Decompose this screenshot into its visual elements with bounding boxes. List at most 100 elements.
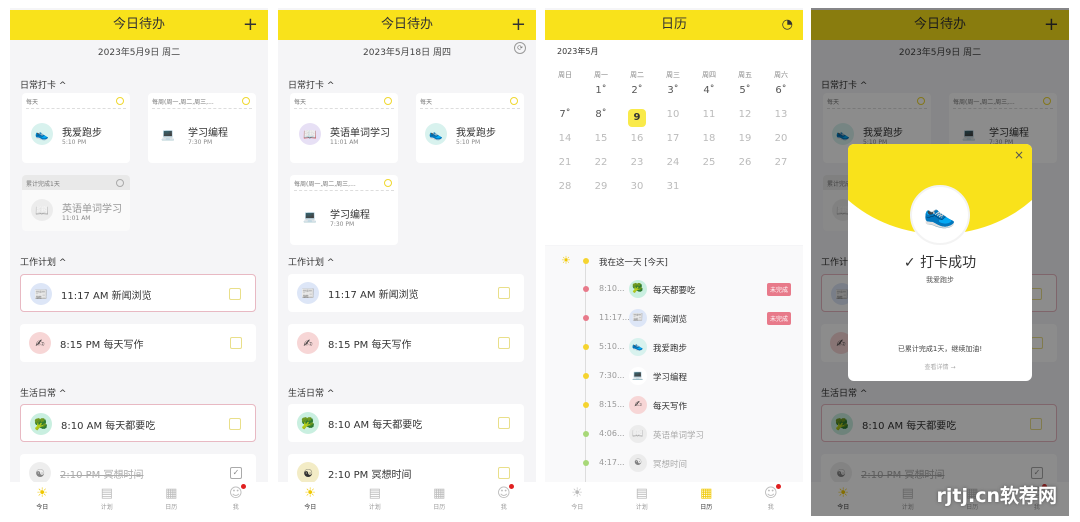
calendar-day[interactable]: 10 (655, 109, 691, 120)
calendar-day[interactable]: 23 (619, 157, 655, 168)
calendar-day[interactable]: 5˚ (727, 85, 763, 96)
refresh-icon[interactable]: ⟳ (514, 42, 526, 54)
calendar-day[interactable]: 29 (583, 181, 619, 192)
section-header[interactable]: 工作计划 ^ (288, 255, 334, 268)
nav-tab-1[interactable]: ▤ 计划 (610, 482, 675, 516)
calendar-day[interactable]: 31 (655, 181, 691, 192)
add-button[interactable]: + (243, 10, 258, 40)
plan-icon: ▤ (635, 486, 648, 501)
checkin-card[interactable]: 每天 📖 英语单词学习 11:01 AM (290, 93, 398, 163)
task-checkbox[interactable] (498, 337, 510, 349)
view-details-link[interactable]: 查看详情 → (848, 362, 1032, 371)
meditation-icon: ☯ (629, 454, 647, 472)
calendar-day[interactable]: 21 (547, 157, 583, 168)
calendar-day[interactable]: 1˚ (583, 85, 619, 96)
calendar-day[interactable]: 16 (619, 133, 655, 144)
calendar-day[interactable]: 27 (763, 157, 799, 168)
task-checkbox[interactable] (498, 417, 510, 429)
task-checkbox[interactable]: ✓ (230, 467, 242, 479)
nav-tab-0[interactable]: ☀ 今日 (278, 482, 343, 516)
checkin-card[interactable]: 每周(周一,周二,周三,... 💻 学习编程 7:30 PM (148, 93, 256, 163)
running-shoe-icon: 👟 (31, 123, 53, 145)
section-header[interactable]: 生活日常 ^ (288, 386, 334, 399)
task-row[interactable]: 🥦 8:10 AM 每天都要吃 (20, 404, 256, 442)
date-label[interactable]: 2023年5月18日 周四 (278, 45, 536, 58)
task-row[interactable]: 🥦 8:10 AM 每天都要吃 (288, 404, 524, 442)
calendar-day[interactable]: 11 (691, 109, 727, 120)
timeline-item[interactable]: 4:06... 📖 英语单词学习 (545, 425, 803, 445)
calendar-day[interactable]: 18 (691, 133, 727, 144)
calendar-day[interactable]: 20 (763, 133, 799, 144)
weekday-label: 周二 (630, 71, 644, 79)
calendar-day[interactable]: 6˚ (763, 85, 799, 96)
task-row[interactable]: ✍ 8:15 PM 每天写作 (20, 324, 256, 362)
progress-ring-icon (116, 97, 124, 105)
habit-time: 5:10 PM (62, 139, 87, 146)
news-icon: 📰 (297, 282, 319, 304)
timeline-item[interactable]: 4:17... ☯ 冥想时间 (545, 454, 803, 474)
calendar-day[interactable]: 28 (547, 181, 583, 192)
timeline-item[interactable]: 11:17... 📰 新闻浏览 未完成 (545, 309, 803, 329)
section-header[interactable]: 日常打卡 ^ (20, 78, 66, 91)
section-header[interactable]: 工作计划 ^ (20, 255, 66, 268)
calendar-day[interactable]: 3˚ (655, 85, 691, 96)
task-checkbox[interactable] (498, 467, 510, 479)
calendar-day[interactable]: 19 (727, 133, 763, 144)
close-icon[interactable]: × (1014, 148, 1024, 162)
nav-tab-1[interactable]: ▤ 计划 (343, 482, 408, 516)
checkin-card[interactable]: 每天 👟 我爱跑步 5:10 PM (416, 93, 524, 163)
running-shoe-icon: 👟 (425, 123, 447, 145)
nav-tab-1[interactable]: ▤ 计划 (75, 482, 140, 516)
calendar-day[interactable]: 15 (583, 133, 619, 144)
task-checkbox[interactable] (229, 288, 241, 300)
timeline-item[interactable]: 5:10... 👟 我爱跑步 (545, 338, 803, 358)
calendar-day[interactable]: 7˚ (547, 109, 583, 120)
nav-tab-0[interactable]: ☀ 今日 (545, 482, 610, 516)
calendar-day[interactable]: 25 (691, 157, 727, 168)
add-button[interactable]: + (511, 10, 526, 40)
section-header[interactable]: 生活日常 ^ (20, 386, 66, 399)
sun-icon: ☀ (571, 486, 584, 501)
writing-icon: ✍ (297, 332, 319, 354)
calendar-day[interactable]: 30 (619, 181, 655, 192)
task-row[interactable]: 📰 11:17 AM 新闻浏览 (20, 274, 256, 312)
calendar-day[interactable]: 14 (547, 133, 583, 144)
divider (420, 108, 520, 109)
task-row[interactable]: 📰 11:17 AM 新闻浏览 (288, 274, 524, 312)
calendar-day[interactable]: 8˚ (583, 109, 619, 120)
divider (152, 108, 252, 109)
calendar-day[interactable]: 13 (763, 109, 799, 120)
calendar-day[interactable]: 12 (727, 109, 763, 120)
nav-tab-0[interactable]: ☀ 今日 (10, 482, 75, 516)
nav-tab-2[interactable]: ▦ 日历 (407, 482, 472, 516)
timeline-item[interactable]: 7:30... 💻 学习编程 (545, 367, 803, 387)
calendar-day[interactable]: 22 (583, 157, 619, 168)
nav-tab-3[interactable]: ☺ 我 (472, 482, 537, 516)
habit-time: 11:01 AM (62, 215, 91, 222)
section-header[interactable]: 日常打卡 ^ (288, 78, 334, 91)
calendar-day[interactable]: 2˚ (619, 85, 655, 96)
checkin-card[interactable]: 累计完成1天 📖 英语单词学习11:01 AM (22, 175, 130, 231)
nav-tab-2[interactable]: ▦ 日历 (139, 482, 204, 516)
checkin-card[interactable]: 每天 👟 我爱跑步 5:10 PM (22, 93, 130, 163)
status-dot (583, 431, 589, 437)
task-checkbox[interactable] (498, 287, 510, 299)
today-icon[interactable]: ◔ (782, 10, 793, 40)
nav-tab-2[interactable]: ▦ 日历 (674, 482, 739, 516)
calendar-icon: ▦ (433, 486, 446, 501)
task-text: 8:15 PM 每天写作 (328, 340, 412, 351)
calendar-day[interactable]: 26 (727, 157, 763, 168)
calendar-day[interactable]: 24 (655, 157, 691, 168)
nav-tab-3[interactable]: ☺ 我 (204, 482, 269, 516)
timeline-item[interactable]: 8:10... 🥦 每天都要吃 未完成 (545, 280, 803, 300)
calendar-day[interactable]: 4˚ (691, 85, 727, 96)
nav-tab-3[interactable]: ☺ 我 (739, 482, 804, 516)
calendar-day[interactable]: 17 (655, 133, 691, 144)
task-checkbox[interactable] (230, 337, 242, 349)
checkin-card[interactable]: 每周(周一,周二,周三,... 💻 学习编程 7:30 PM (290, 175, 398, 245)
calendar-day[interactable]: 9 (628, 109, 646, 127)
timeline-item[interactable]: 8:15... ✍ 每天写作 (545, 396, 803, 416)
date-label[interactable]: 2023年5月9日 周二 (10, 45, 268, 58)
task-checkbox[interactable] (229, 418, 241, 430)
task-row[interactable]: ✍ 8:15 PM 每天写作 (288, 324, 524, 362)
